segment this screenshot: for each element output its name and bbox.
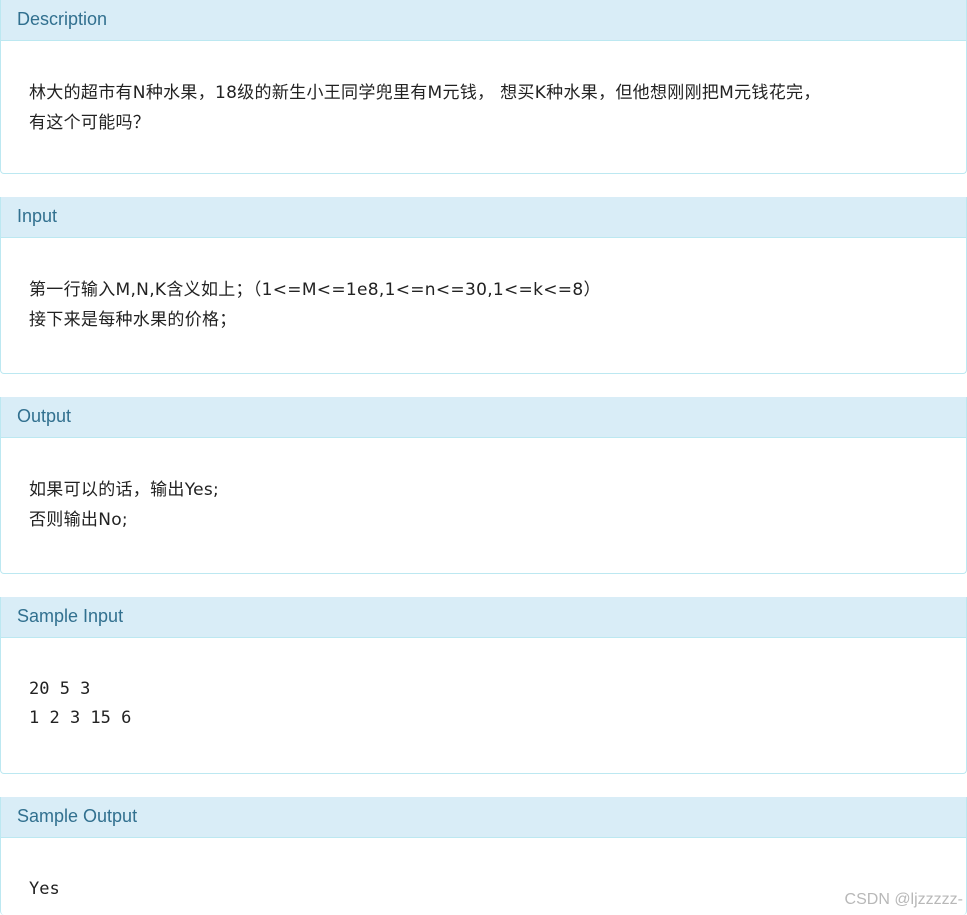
csdn-watermark: CSDN @ljzzzzz- xyxy=(844,891,963,908)
sample-input-line: 1 2 3 15 6 xyxy=(29,708,132,728)
output-line: 如果可以的话，输出Yes; xyxy=(29,480,220,500)
sample-input-heading: Sample Input xyxy=(1,597,966,638)
sample-input-line: 20 5 3 xyxy=(29,679,91,699)
input-heading: Input xyxy=(1,197,966,238)
sample-input-panel: Sample Input 20 5 3 1 2 3 15 6 xyxy=(0,597,967,774)
input-line: 接下来是每种水果的价格； xyxy=(29,310,237,330)
output-body: 如果可以的话，输出Yes; 否则输出No; xyxy=(1,438,966,535)
output-panel: Output 如果可以的话，输出Yes; 否则输出No; xyxy=(0,397,967,574)
description-line: 林大的超市有N种水果，18级的新生小王同学兜里有M元钱， 想买K种水果，但他想刚… xyxy=(29,83,821,103)
description-panel: Description 林大的超市有N种水果，18级的新生小王同学兜里有M元钱，… xyxy=(0,0,967,174)
sample-output-line: Yes xyxy=(29,879,60,899)
input-line: 第一行输入M,N,K含义如上；（1<=M<=1e8,1<=n<=30,1<=k<… xyxy=(29,280,601,300)
sample-output-heading: Sample Output xyxy=(1,797,966,838)
description-heading: Description xyxy=(1,0,966,41)
output-line: 否则输出No; xyxy=(29,510,128,530)
output-heading: Output xyxy=(1,397,966,438)
input-panel: Input 第一行输入M,N,K含义如上；（1<=M<=1e8,1<=n<=30… xyxy=(0,197,967,374)
sample-output-panel: Sample Output Yes xyxy=(0,797,967,915)
sample-input-body: 20 5 3 1 2 3 15 6 xyxy=(1,638,966,733)
sample-output-body: Yes xyxy=(1,838,966,904)
description-body: 林大的超市有N种水果，18级的新生小王同学兜里有M元钱， 想买K种水果，但他想刚… xyxy=(1,41,966,138)
description-line: 有这个可能吗？ xyxy=(29,113,151,133)
input-body: 第一行输入M,N,K含义如上；（1<=M<=1e8,1<=n<=30,1<=k<… xyxy=(1,238,966,335)
